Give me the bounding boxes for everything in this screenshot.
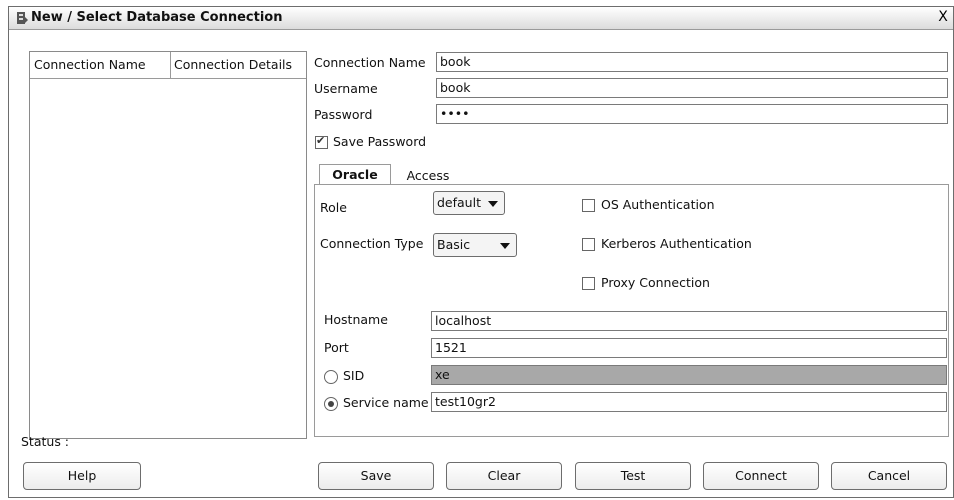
connection-type-select[interactable]: Basic xyxy=(433,233,517,257)
username-field[interactable]: book xyxy=(436,78,948,98)
os-authentication-label[interactable]: OS Authentication xyxy=(601,197,715,212)
save-password-label[interactable]: Save Password xyxy=(333,134,426,149)
password-field[interactable]: •••• xyxy=(436,104,948,124)
chevron-down-icon xyxy=(500,243,510,249)
connection-type-select-value: Basic xyxy=(437,237,471,252)
help-button[interactable]: Help xyxy=(23,462,141,490)
proxy-connection-label[interactable]: Proxy Connection xyxy=(601,275,710,290)
clear-button[interactable]: Clear xyxy=(446,462,562,490)
close-icon[interactable]: X xyxy=(935,9,951,25)
chevron-down-icon xyxy=(488,201,498,207)
sid-field[interactable]: xe xyxy=(431,365,947,385)
window-title: New / Select Database Connection xyxy=(31,10,283,25)
sid-label[interactable]: SID xyxy=(343,368,364,383)
connection-list[interactable]: Connection Name Connection Details xyxy=(29,51,307,439)
port-field[interactable]: 1521 xyxy=(431,338,947,358)
connection-type-label: Connection Type xyxy=(320,236,424,251)
status-label: Status : xyxy=(21,434,70,449)
column-divider[interactable] xyxy=(170,52,171,78)
kerberos-authentication-label[interactable]: Kerberos Authentication xyxy=(601,236,752,251)
kerberos-authentication-checkbox[interactable] xyxy=(582,238,595,251)
hostname-field[interactable]: localhost xyxy=(431,311,947,331)
test-button[interactable]: Test xyxy=(575,462,691,490)
cancel-button[interactable]: Cancel xyxy=(831,462,947,490)
hostname-label: Hostname xyxy=(324,312,388,327)
save-button[interactable]: Save xyxy=(318,462,434,490)
role-select-value: default xyxy=(437,195,481,210)
title-bar[interactable]: New / Select Database Connection X xyxy=(9,7,953,30)
sid-radio[interactable] xyxy=(324,370,338,384)
port-label: Port xyxy=(324,340,349,355)
column-header-connection-name[interactable]: Connection Name xyxy=(34,57,146,72)
service-name-field[interactable]: test10gr2 xyxy=(431,392,947,412)
os-authentication-checkbox[interactable] xyxy=(582,199,595,212)
service-name-label[interactable]: Service name xyxy=(343,395,429,410)
save-password-checkbox[interactable] xyxy=(315,134,328,149)
connection-name-label: Connection Name xyxy=(314,55,426,70)
tab-access[interactable]: Access xyxy=(399,166,457,186)
proxy-connection-checkbox[interactable] xyxy=(582,277,595,290)
database-icon xyxy=(17,12,28,24)
role-select[interactable]: default xyxy=(433,191,505,215)
list-header: Connection Name Connection Details xyxy=(30,52,306,79)
service-name-radio[interactable] xyxy=(324,397,338,411)
column-header-connection-details[interactable]: Connection Details xyxy=(174,57,292,72)
connection-name-field[interactable]: book xyxy=(436,52,948,72)
password-label: Password xyxy=(314,107,373,122)
connect-button[interactable]: Connect xyxy=(703,462,819,490)
dialog-window: New / Select Database Connection X Conne… xyxy=(8,6,954,498)
tab-oracle[interactable]: Oracle xyxy=(319,164,391,185)
role-label: Role xyxy=(320,200,347,215)
username-label: Username xyxy=(314,81,378,96)
